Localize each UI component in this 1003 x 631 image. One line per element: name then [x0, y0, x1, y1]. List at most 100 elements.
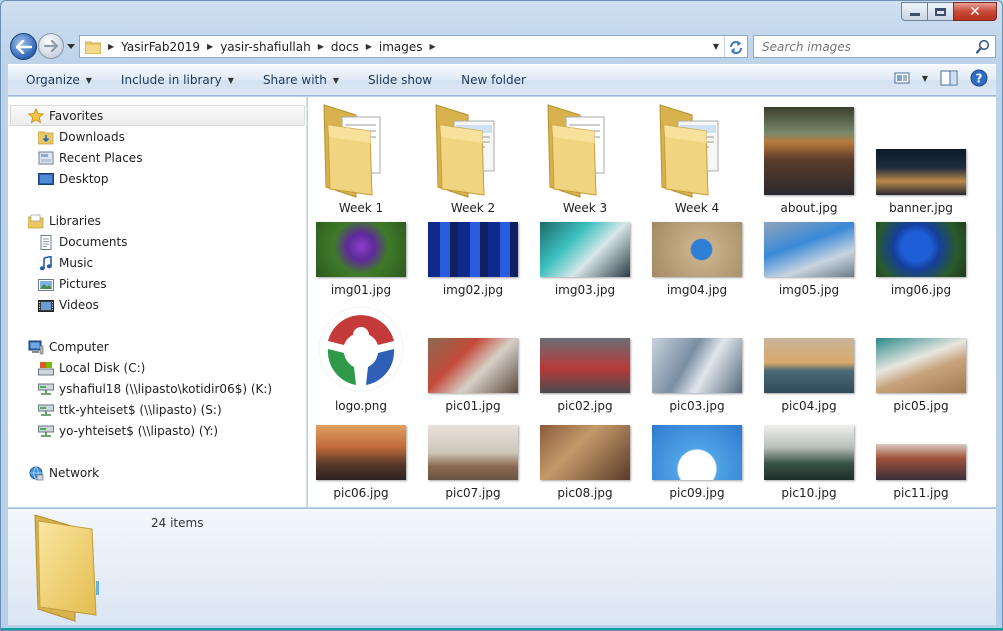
- network-drive-icon: [38, 381, 54, 397]
- file-view: Week 1 Week 2 Week 3 Week 4 about.jpg banner.…: [308, 97, 996, 507]
- help-icon: ?: [970, 69, 988, 87]
- svg-text:?: ?: [976, 72, 983, 86]
- minimize-icon: [909, 13, 920, 16]
- breadcrumb-item[interactable]: images: [379, 40, 423, 54]
- nav-favorites[interactable]: Favorites: [28, 106, 103, 126]
- image-file-item[interactable]: pic06.jpg: [308, 97, 417, 507]
- folder-icon: [85, 41, 101, 54]
- nav-computer-label: Computer: [49, 340, 109, 354]
- nav-drive-k[interactable]: yshafiul18 (\\lipasto\kotidir06$) (K:): [38, 379, 272, 399]
- arrow-left-icon: [15, 39, 32, 54]
- address-bar[interactable]: ▶ YasirFab2019 ▶ yasir-shafiullah ▶ docs…: [79, 35, 748, 58]
- refresh-button[interactable]: [724, 36, 747, 57]
- organize-label: Organize: [26, 73, 80, 87]
- item-count: 24 items: [151, 516, 204, 530]
- photo-thumbnail: [540, 425, 630, 480]
- search-icon[interactable]: [976, 39, 990, 54]
- new-folder-button[interactable]: New folder: [443, 65, 537, 95]
- nav-drive-k-label: yshafiul18 (\\lipasto\kotidir06$) (K:): [59, 382, 273, 396]
- breadcrumb-arrow-icon[interactable]: ▶: [318, 42, 324, 51]
- nav-desktop-label: Desktop: [59, 172, 109, 186]
- maximize-button[interactable]: [927, 2, 954, 21]
- nav-documents[interactable]: Documents: [38, 232, 127, 252]
- organize-menu[interactable]: Organize ▼: [8, 65, 103, 95]
- back-button[interactable]: [10, 33, 37, 60]
- breadcrumb-item[interactable]: docs: [331, 40, 359, 54]
- nav-downloads-label: Downloads: [59, 130, 125, 144]
- preview-pane-icon: [940, 70, 958, 86]
- window-bottom-edge: [1, 628, 1003, 630]
- local-disk-icon: [38, 360, 54, 376]
- refresh-icon: [730, 40, 742, 54]
- nav-videos[interactable]: Videos: [38, 295, 99, 315]
- include-in-library-label: Include in library: [120, 73, 222, 87]
- nav-favorites-label: Favorites: [49, 109, 104, 123]
- nav-local-disk-c[interactable]: Local Disk (C:): [38, 358, 145, 378]
- view-controls: ▼ ?: [882, 69, 988, 87]
- nav-recent-places[interactable]: Recent Places: [38, 148, 142, 168]
- nav-music[interactable]: Music: [38, 253, 93, 273]
- chevron-down-icon[interactable]: ▼: [922, 74, 928, 83]
- nav-pictures-label: Pictures: [59, 277, 107, 291]
- nav-network[interactable]: Network: [28, 463, 99, 483]
- minimize-button[interactable]: [901, 2, 928, 21]
- nav-drive-s[interactable]: ttk-yhteiset$ (\\lipasto) (S:): [38, 400, 222, 420]
- nav-pictures[interactable]: Pictures: [38, 274, 107, 294]
- libraries-icon: [28, 213, 44, 229]
- change-view-button[interactable]: ▼: [894, 71, 928, 85]
- nav-drive-y[interactable]: yo-yhteiset$ (\\lipasto) (Y:): [38, 421, 218, 441]
- network-drive-icon: [38, 423, 54, 439]
- documents-icon: [38, 234, 54, 250]
- image-file-item[interactable]: pic07.jpg: [417, 97, 529, 507]
- downloads-folder-icon: [38, 129, 54, 145]
- breadcrumb-arrow-icon[interactable]: ▶: [430, 42, 436, 51]
- nav-recent-places-label: Recent Places: [59, 151, 143, 165]
- search-input[interactable]: [762, 39, 972, 54]
- nav-music-label: Music: [59, 256, 94, 270]
- network-icon: [28, 465, 44, 481]
- nav-desktop[interactable]: Desktop: [38, 169, 109, 189]
- explorer-window: ✕ ▶ YasirFab2019 ▶ yasir-shafiullah ▶ do…: [0, 0, 1003, 631]
- share-with-label: Share with: [262, 73, 327, 87]
- share-with-menu[interactable]: Share with ▼: [245, 65, 350, 95]
- include-in-library-menu[interactable]: Include in library ▼: [103, 65, 245, 95]
- image-file-item[interactable]: pic09.jpg: [641, 97, 753, 507]
- forward-button[interactable]: [38, 33, 64, 59]
- caption-buttons: ✕: [901, 2, 997, 21]
- photo-thumbnail: [876, 444, 966, 480]
- nav-drive-s-label: ttk-yhteiset$ (\\lipasto) (S:): [59, 403, 222, 417]
- file-name-label: pic11.jpg: [893, 486, 949, 500]
- maximize-icon: [935, 7, 946, 16]
- breadcrumb-item[interactable]: YasirFab2019: [121, 40, 200, 54]
- help-button[interactable]: ?: [970, 69, 988, 87]
- network-drive-icon: [38, 402, 54, 418]
- file-name-label: pic07.jpg: [445, 486, 501, 500]
- search-box: [753, 35, 996, 58]
- computer-icon: [28, 339, 44, 355]
- photo-thumbnail: [428, 425, 518, 480]
- file-name-label: pic09.jpg: [669, 486, 725, 500]
- slide-show-button[interactable]: Slide show: [350, 65, 443, 95]
- image-file-item[interactable]: pic08.jpg: [529, 97, 641, 507]
- recent-places-icon: [38, 150, 54, 166]
- desktop-icon: [38, 171, 54, 187]
- breadcrumb-item[interactable]: yasir-shafiullah: [220, 40, 311, 54]
- address-history-dropdown[interactable]: ▼: [713, 42, 719, 51]
- recent-pages-dropdown[interactable]: [66, 41, 76, 51]
- nav-computer[interactable]: Computer: [28, 337, 109, 357]
- pictures-icon: [38, 276, 54, 292]
- nav-libraries-label: Libraries: [49, 214, 101, 228]
- preview-pane-button[interactable]: [940, 70, 958, 86]
- photo-thumbnail: [764, 425, 854, 480]
- image-file-item[interactable]: pic11.jpg: [865, 97, 977, 507]
- close-button[interactable]: ✕: [953, 2, 997, 21]
- file-name-label: pic10.jpg: [781, 486, 837, 500]
- nav-libraries[interactable]: Libraries: [28, 211, 101, 231]
- breadcrumb-arrow-icon[interactable]: ▶: [108, 42, 114, 51]
- breadcrumb-arrow-icon[interactable]: ▶: [366, 42, 372, 51]
- image-file-item[interactable]: pic10.jpg: [753, 97, 865, 507]
- close-icon: ✕: [969, 3, 981, 20]
- command-bar: Organize ▼ Include in library ▼ Share with…: [8, 64, 996, 96]
- breadcrumb-arrow-icon[interactable]: ▶: [207, 42, 213, 51]
- nav-downloads[interactable]: Downloads: [38, 127, 125, 147]
